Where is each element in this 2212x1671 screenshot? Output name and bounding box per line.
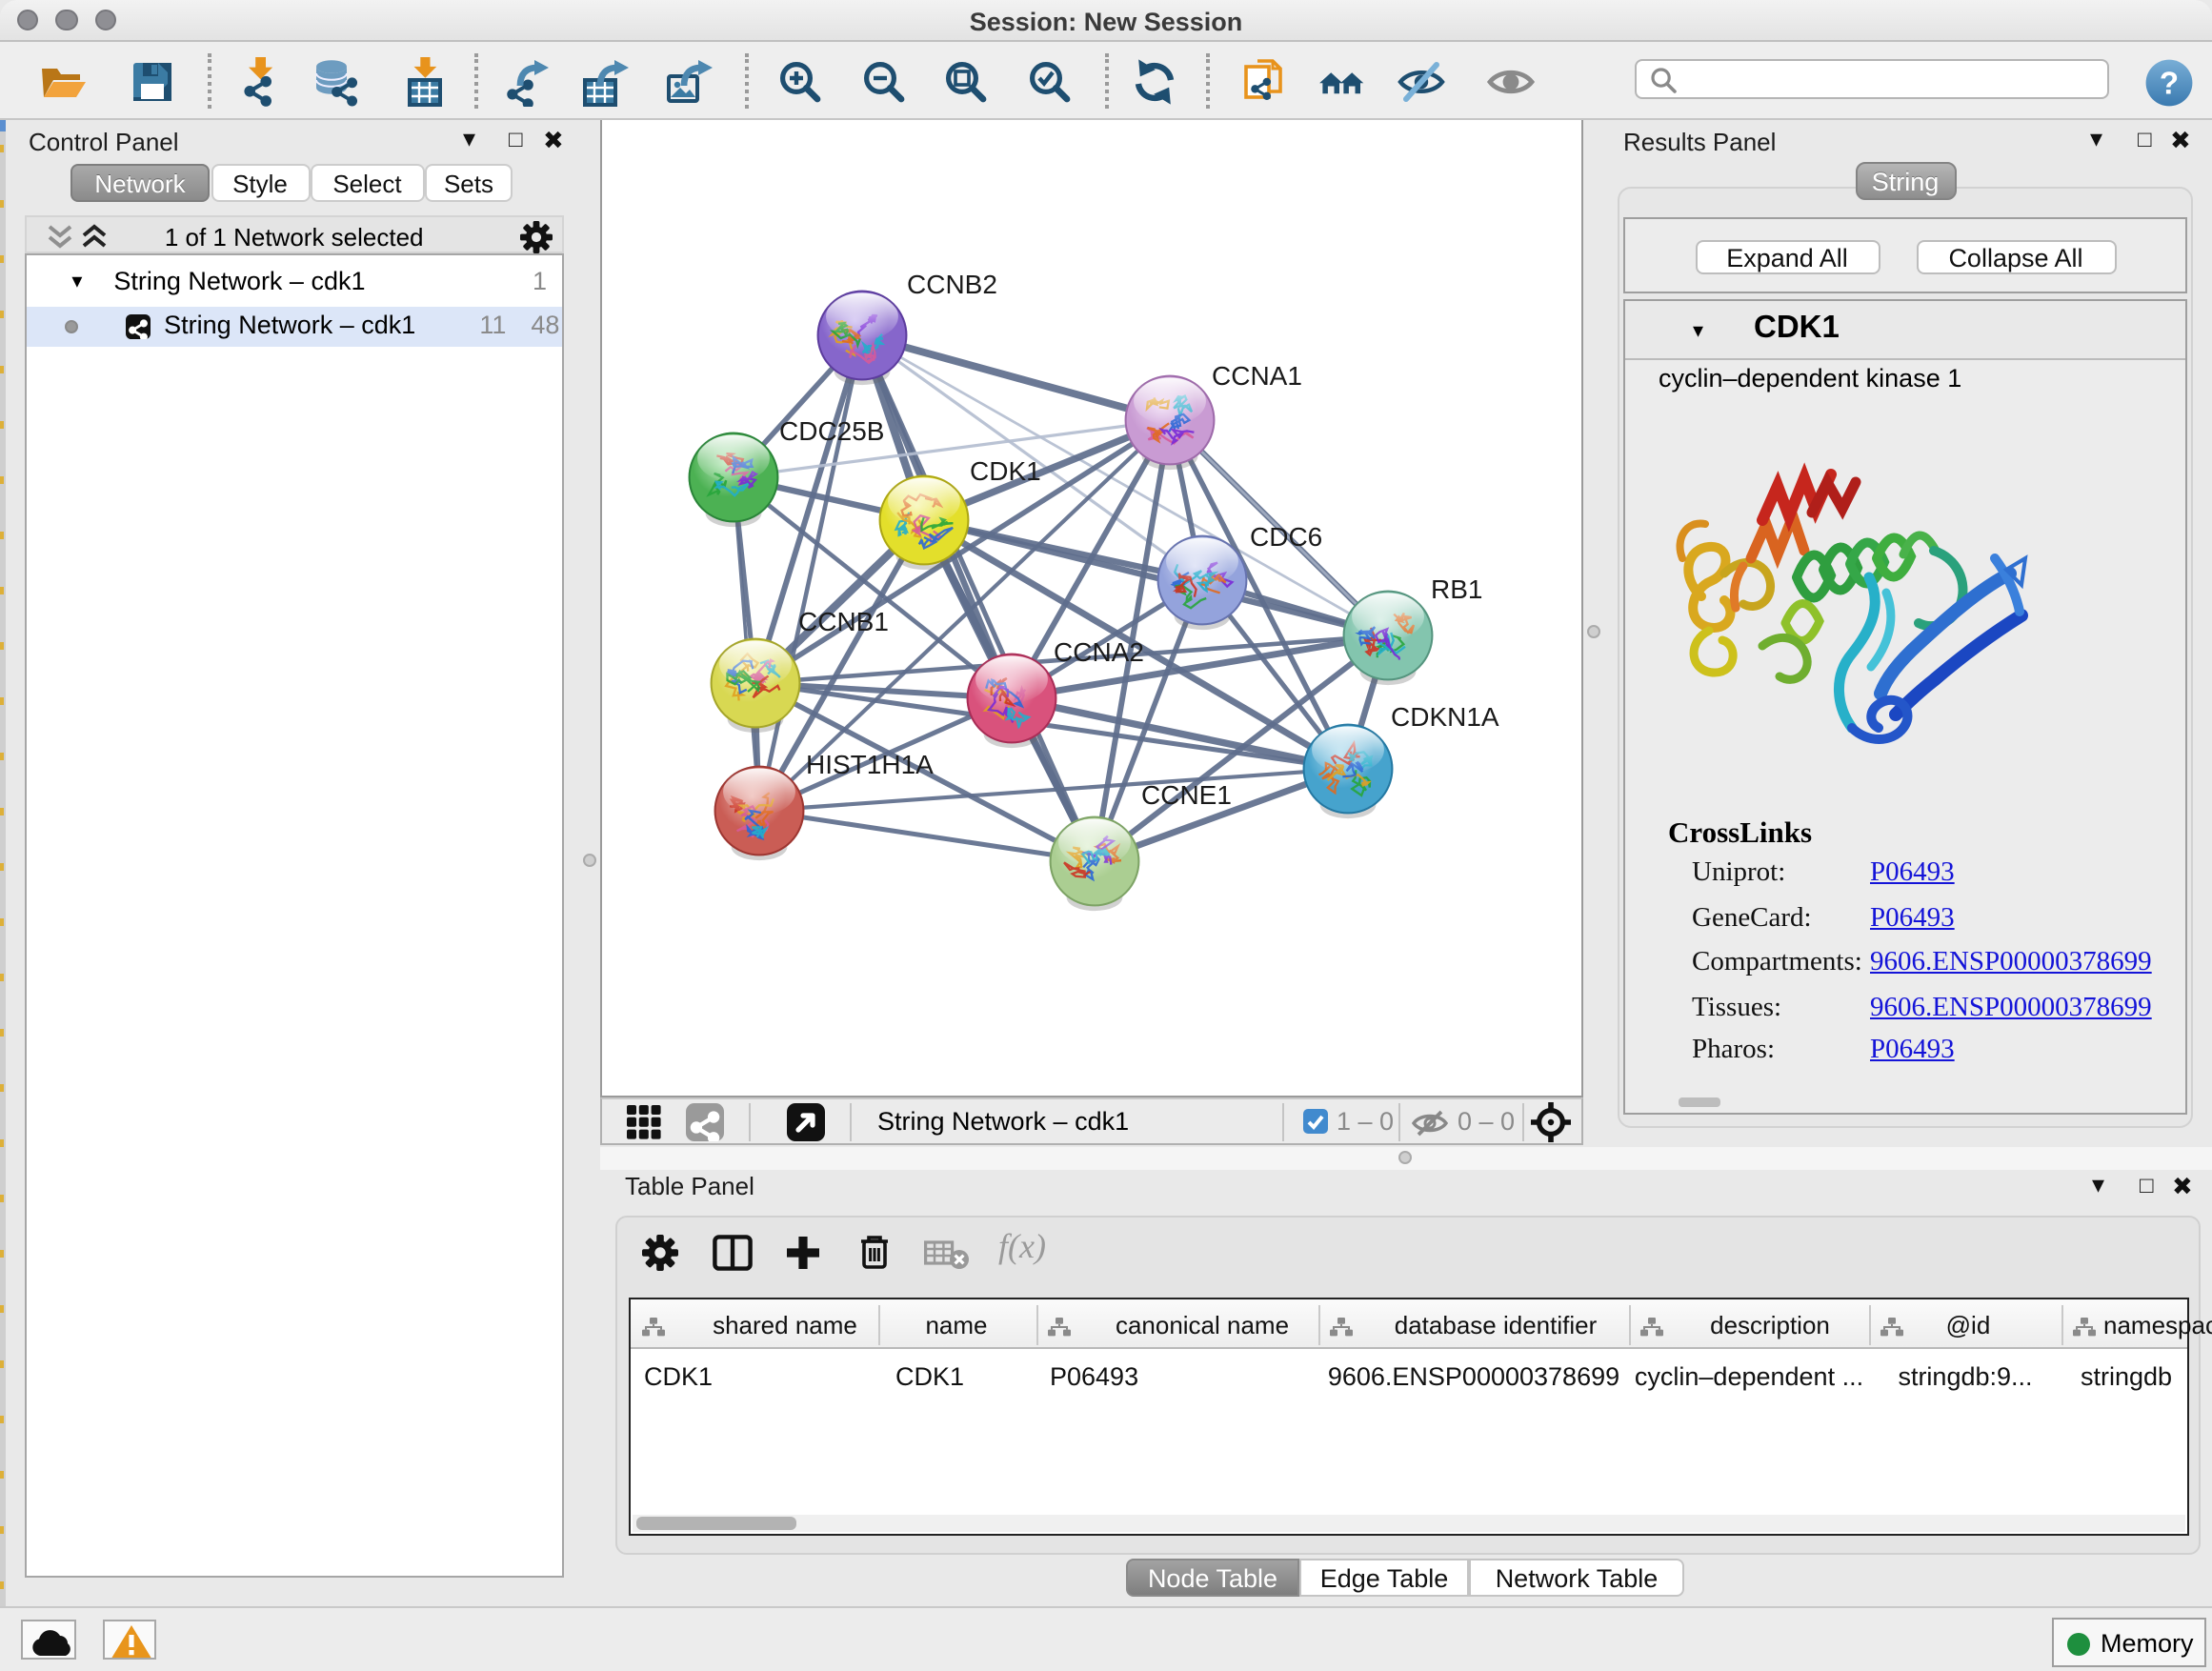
svg-text:CDC25B: CDC25B [778,416,883,446]
svg-text:?: ? [2159,64,2178,99]
svg-text:CDC6: CDC6 [1249,522,1321,552]
svg-text:RB1: RB1 [1430,574,1481,604]
svg-text:CCNE1: CCNE1 [1140,780,1231,810]
svg-text:CCNB2: CCNB2 [906,270,996,299]
svg-text:CCNA2: CCNA2 [1053,637,1143,667]
svg-text:HIST1H1A: HIST1H1A [805,750,933,779]
svg-text:CDK1: CDK1 [969,456,1040,486]
svg-text:CCNB1: CCNB1 [797,607,888,636]
svg-text:CDKN1A: CDKN1A [1390,702,1498,732]
svg-text:CCNA1: CCNA1 [1211,361,1301,391]
